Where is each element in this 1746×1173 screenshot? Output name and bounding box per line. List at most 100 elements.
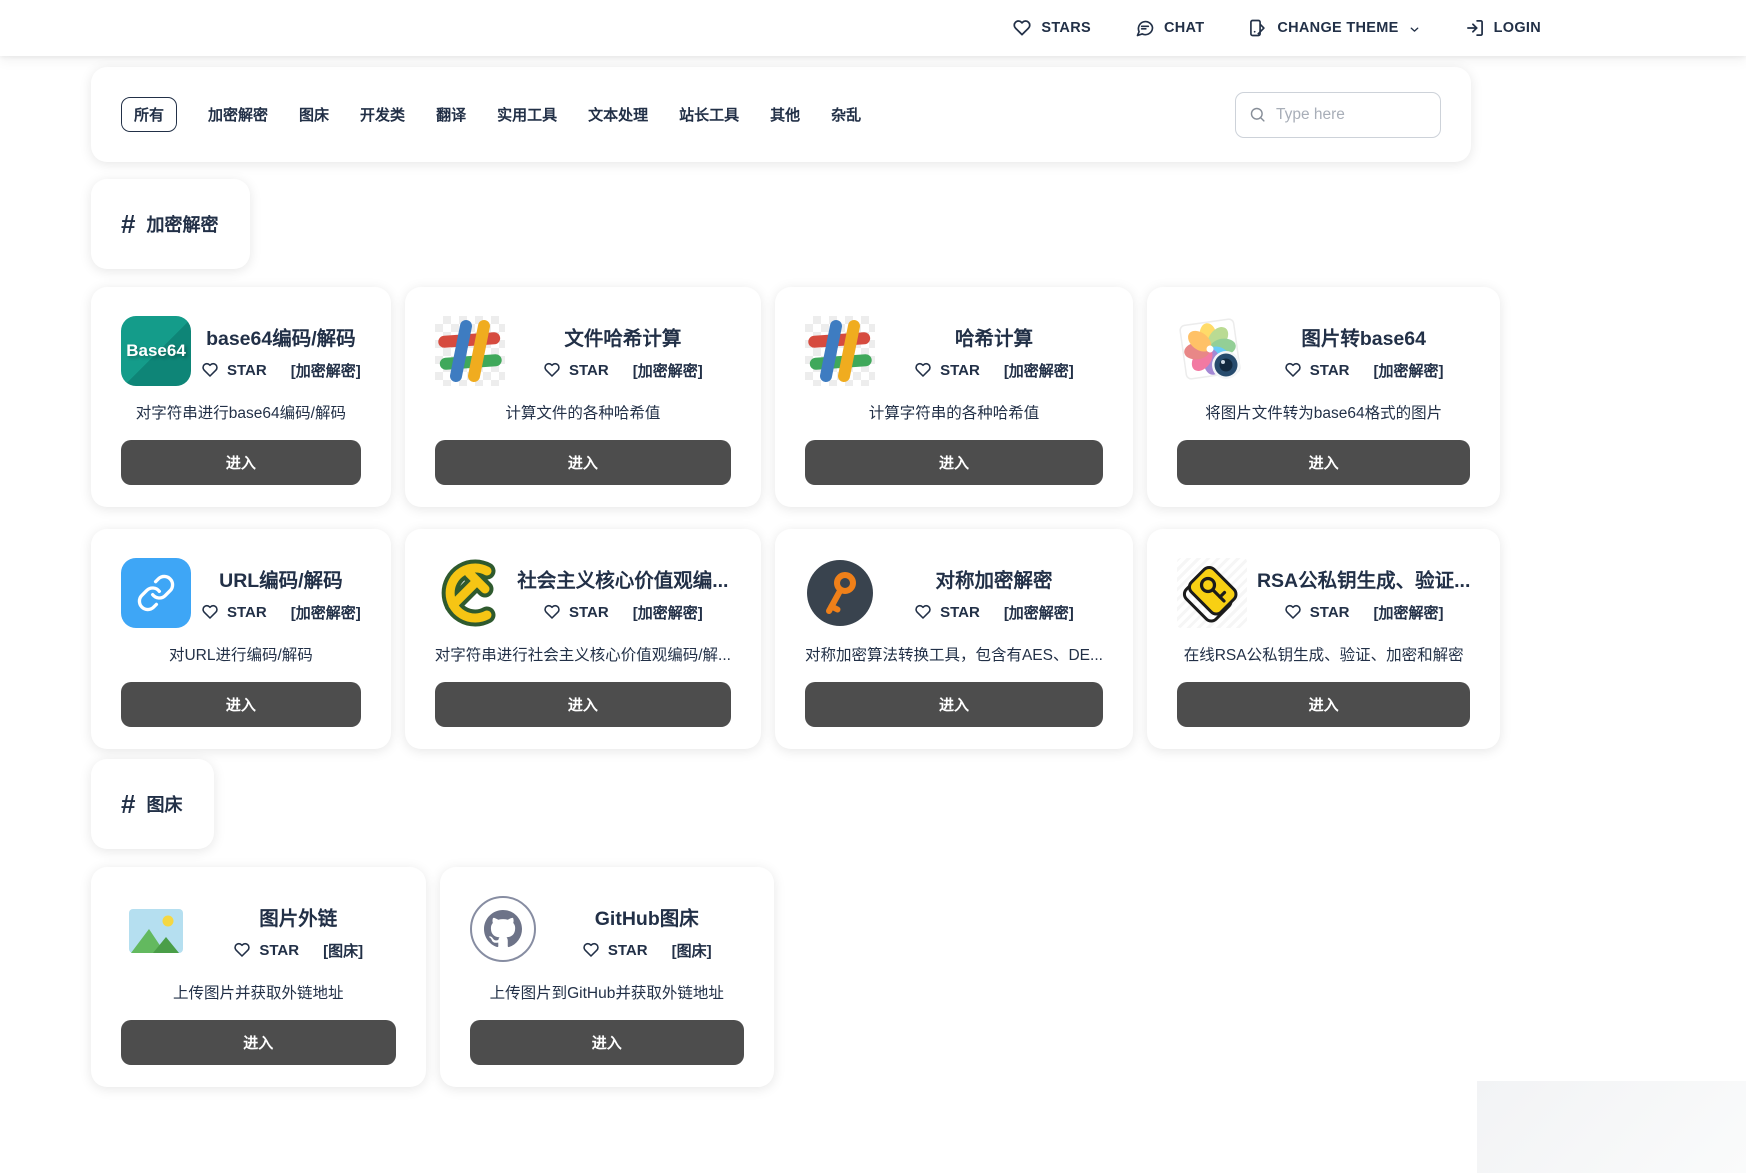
star-button[interactable]: STAR — [233, 941, 299, 959]
nav-item-label: STARS — [1041, 20, 1091, 36]
star-button[interactable]: STAR — [582, 941, 648, 959]
enter-button[interactable]: 进入 — [805, 682, 1103, 727]
star-label: STAR — [569, 362, 609, 379]
tagkey-logo-icon — [1177, 558, 1247, 628]
login-icon — [1465, 18, 1485, 38]
tool-description: 将图片文件转为base64格式的图片 — [1177, 401, 1470, 423]
heart-icon — [1284, 361, 1302, 379]
tool-description: 在线RSA公私钥生成、验证、加密和解密 — [1177, 643, 1470, 665]
filter-tab-5[interactable]: 实用工具 — [497, 98, 557, 131]
category-tag[interactable]: [加密解密] — [291, 602, 361, 623]
tool-title[interactable]: URL编码/解码 — [219, 564, 343, 593]
card-header: GitHub图床 STAR [图床] — [470, 896, 745, 966]
star-button[interactable]: STAR — [201, 603, 267, 621]
star-button[interactable]: STAR — [914, 361, 980, 379]
nav-items: STARS CHAT CHANGE THEME LOGIN — [1012, 18, 1541, 38]
tool-title[interactable]: 文件哈希计算 — [564, 322, 681, 351]
card-header: 图片转base64 STAR [加密解密] — [1177, 316, 1470, 386]
tool-title[interactable]: 图片转base64 — [1301, 322, 1426, 351]
enter-button[interactable]: 进入 — [121, 440, 361, 485]
filter-tab-3[interactable]: 开发类 — [360, 98, 405, 131]
heart-icon — [1284, 603, 1302, 621]
tool-description: 上传图片到GitHub并获取外链地址 — [470, 981, 745, 1003]
filter-tab-8[interactable]: 其他 — [770, 98, 800, 131]
category-tag[interactable]: [加密解密] — [1374, 360, 1444, 381]
login-button[interactable]: LOGIN — [1465, 18, 1541, 38]
filter-tab-7[interactable]: 站长工具 — [679, 98, 739, 131]
top-navbar: STARS CHAT CHANGE THEME LOGIN — [0, 0, 1746, 56]
change-theme-button[interactable]: CHANGE THEME — [1248, 18, 1420, 38]
heart-icon — [914, 603, 932, 621]
star-label: STAR — [259, 942, 299, 959]
tool-description: 计算字符串的各种哈希值 — [805, 401, 1103, 423]
star-button[interactable]: STAR — [543, 603, 609, 621]
enter-button[interactable]: 进入 — [1177, 682, 1470, 727]
category-tag[interactable]: [加密解密] — [1374, 602, 1444, 623]
star-label: STAR — [608, 942, 648, 959]
star-label: STAR — [1310, 604, 1350, 621]
enter-button[interactable]: 进入 — [805, 440, 1103, 485]
card-header: RSA公私钥生成、验证... STAR [加密解密] — [1177, 558, 1470, 628]
star-button[interactable]: STAR — [1284, 603, 1350, 621]
corner-artifact — [1477, 1081, 1746, 1173]
tool-title[interactable]: base64编码/解码 — [206, 322, 356, 351]
star-button[interactable]: STAR — [543, 361, 609, 379]
tool-title[interactable]: GitHub图床 — [595, 902, 699, 931]
tool-title[interactable]: RSA公私钥生成、验证... — [1257, 564, 1470, 593]
filter-tab-1[interactable]: 加密解密 — [208, 98, 268, 131]
tool-card: 哈希计算 STAR [加密解密] 计算字符串的各种哈希值 进入 — [775, 287, 1133, 507]
hash-logo-icon — [805, 316, 875, 386]
theme-icon — [1248, 18, 1268, 38]
sections: # 加密解密 Base64 base64编码/解码 STAR [加密解密] 对字… — [91, 162, 1471, 1087]
tool-description: 对称加密算法转换工具，包含有AES、DE... — [805, 643, 1103, 665]
key-logo-icon — [805, 558, 875, 628]
card-grid: 图片外链 STAR [图床] 上传图片并获取外链地址 进入 GitHub图床 — [91, 867, 1471, 1087]
enter-button[interactable]: 进入 — [1177, 440, 1470, 485]
tool-card: 图片外链 STAR [图床] 上传图片并获取外链地址 进入 — [91, 867, 426, 1087]
nav-item-label: LOGIN — [1494, 20, 1541, 36]
filter-tab-6[interactable]: 文本处理 — [588, 98, 648, 131]
page: STARS CHAT CHANGE THEME LOGIN 所有加密解密图床开发… — [0, 0, 1746, 1087]
tool-title[interactable]: 图片外链 — [259, 902, 337, 931]
star-button[interactable]: STAR — [1284, 361, 1350, 379]
filter-tab-0[interactable]: 所有 — [121, 97, 177, 132]
category-tag[interactable]: [图床] — [672, 940, 712, 961]
base64-logo-icon: Base64 — [121, 316, 191, 386]
category-tag[interactable]: [图床] — [323, 940, 363, 961]
star-button[interactable]: STAR — [201, 361, 267, 379]
tool-description: 计算文件的各种哈希值 — [435, 401, 731, 423]
stars-button[interactable]: STARS — [1012, 18, 1091, 38]
section: # 加密解密 Base64 base64编码/解码 STAR [加密解密] 对字… — [91, 162, 1471, 749]
enter-button[interactable]: 进入 — [435, 682, 731, 727]
chat-button[interactable]: CHAT — [1135, 18, 1204, 38]
tool-card: 文件哈希计算 STAR [加密解密] 计算文件的各种哈希值 进入 — [405, 287, 761, 507]
heart-icon — [543, 603, 561, 621]
link-logo-icon — [121, 558, 191, 628]
enter-button[interactable]: 进入 — [121, 1020, 396, 1065]
category-tag[interactable]: [加密解密] — [633, 360, 703, 381]
star-button[interactable]: STAR — [914, 603, 980, 621]
filter-tab-4[interactable]: 翻译 — [436, 98, 466, 131]
heart-icon — [201, 603, 219, 621]
card-header: Base64 base64编码/解码 STAR [加密解密] — [121, 316, 361, 386]
tool-title[interactable]: 对称加密解密 — [935, 564, 1052, 593]
category-tag[interactable]: [加密解密] — [633, 602, 703, 623]
heart-icon — [201, 361, 219, 379]
category-tag[interactable]: [加密解密] — [1004, 360, 1074, 381]
tool-title[interactable]: 哈希计算 — [955, 322, 1033, 351]
heart-icon — [1012, 18, 1032, 38]
tool-description: 上传图片并获取外链地址 — [121, 981, 396, 1003]
heart-icon — [914, 361, 932, 379]
category-tag[interactable]: [加密解密] — [291, 360, 361, 381]
enter-button[interactable]: 进入 — [121, 682, 361, 727]
card-header: 文件哈希计算 STAR [加密解密] — [435, 316, 731, 386]
enter-button[interactable]: 进入 — [470, 1020, 745, 1065]
card-grid: Base64 base64编码/解码 STAR [加密解密] 对字符串进行bas… — [91, 287, 1471, 749]
search-input[interactable] — [1274, 105, 1427, 125]
star-label: STAR — [1310, 362, 1350, 379]
filter-tab-9[interactable]: 杂乱 — [831, 98, 861, 131]
tool-title[interactable]: 社会主义核心价值观编... — [517, 564, 728, 593]
enter-button[interactable]: 进入 — [435, 440, 731, 485]
category-tag[interactable]: [加密解密] — [1004, 602, 1074, 623]
filter-tab-2[interactable]: 图床 — [299, 98, 329, 131]
